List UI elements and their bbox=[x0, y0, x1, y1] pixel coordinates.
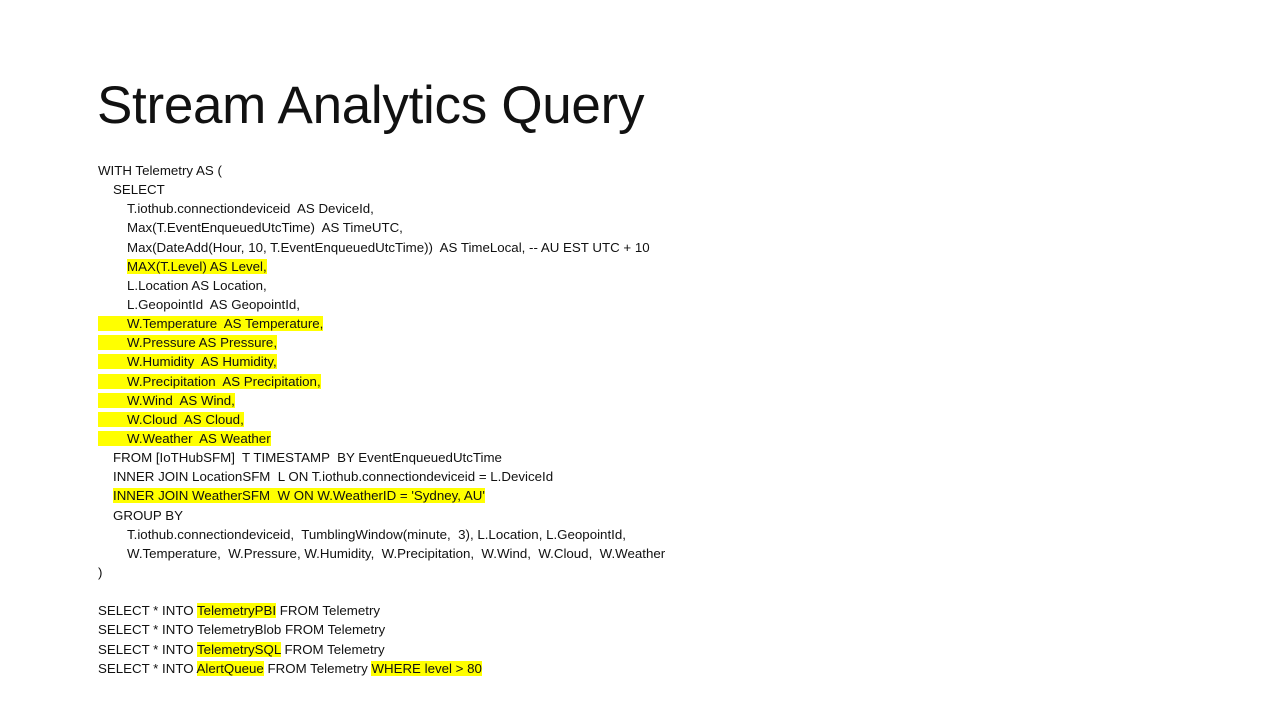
column-time-local: Max(DateAdd(Hour, 10, T.EventEnqueuedUtc… bbox=[127, 239, 650, 255]
where-clause-highlighted: WHERE level > 80 bbox=[371, 660, 482, 676]
output-prefix: SELECT * INTO bbox=[98, 660, 197, 676]
query-line: W.Temperature, W.Pressure, W.Humidity, W… bbox=[98, 544, 1198, 563]
query-line: SELECT bbox=[98, 180, 1198, 199]
query-line: T.iothub.connectiondeviceid, TumblingWin… bbox=[98, 525, 1198, 544]
join-weather-clause-highlighted: INNER JOIN WeatherSFM W ON W.WeatherID =… bbox=[113, 488, 485, 504]
query-line: Max(T.EventEnqueuedUtcTime) AS TimeUTC, bbox=[98, 218, 1198, 237]
output-suffix: FROM Telemetry bbox=[281, 622, 386, 638]
output-target: TelemetryBlob bbox=[197, 622, 282, 638]
output-prefix: SELECT * INTO bbox=[98, 603, 198, 619]
query-line: W.Precipitation AS Precipitation, bbox=[98, 372, 1198, 391]
query-line: T.iothub.connectiondeviceid AS DeviceId, bbox=[98, 199, 1198, 218]
query-line: FROM [IoTHubSFM] T TIMESTAMP BY EventEnq… bbox=[98, 448, 1198, 467]
output-target-highlighted: TelemetryPBI bbox=[197, 603, 277, 619]
query-line: W.Pressure AS Pressure, bbox=[98, 333, 1198, 352]
query-line: INNER JOIN WeatherSFM W ON W.WeatherID =… bbox=[98, 486, 1198, 505]
group-by-columns-2: W.Temperature, W.Pressure, W.Humidity, W… bbox=[127, 545, 666, 561]
column-cloud-highlighted: W.Cloud AS Cloud, bbox=[98, 411, 244, 427]
output-statement: SELECT * INTO TelemetryPBI FROM Telemetr… bbox=[98, 601, 1198, 620]
column-weather-highlighted: W.Weather AS Weather bbox=[98, 430, 271, 446]
column-precipitation-highlighted: W.Precipitation AS Precipitation, bbox=[98, 373, 321, 389]
query-line: W.Humidity AS Humidity, bbox=[98, 352, 1198, 371]
column-time-utc: Max(T.EventEnqueuedUtcTime) AS TimeUTC, bbox=[127, 220, 403, 236]
output-prefix: SELECT * INTO bbox=[98, 641, 198, 657]
output-statement: SELECT * INTO TelemetryBlob FROM Telemet… bbox=[98, 620, 1198, 639]
column-geopoint: L.GeopointId AS GeopointId, bbox=[127, 296, 300, 312]
slide: Stream Analytics Query WITH Telemetry AS… bbox=[0, 0, 1280, 720]
query-line: Max(DateAdd(Hour, 10, T.EventEnqueuedUtc… bbox=[98, 238, 1198, 257]
join-location-clause: INNER JOIN LocationSFM L ON T.iothub.con… bbox=[113, 469, 554, 485]
output-target-highlighted: AlertQueue bbox=[196, 660, 264, 676]
query-line: W.Temperature AS Temperature, bbox=[98, 314, 1198, 333]
query-line: MAX(T.Level) AS Level, bbox=[98, 257, 1198, 276]
output-statement: SELECT * INTO TelemetrySQL FROM Telemetr… bbox=[98, 640, 1198, 659]
column-humidity-highlighted: W.Humidity AS Humidity, bbox=[98, 354, 277, 370]
column-wind-highlighted: W.Wind AS Wind, bbox=[98, 392, 235, 408]
output-suffix: FROM Telemetry bbox=[263, 660, 372, 676]
output-suffix: FROM Telemetry bbox=[280, 641, 385, 657]
column-pressure-highlighted: W.Pressure AS Pressure, bbox=[98, 335, 278, 351]
column-temperature-highlighted: W.Temperature AS Temperature, bbox=[98, 316, 324, 332]
output-suffix: FROM Telemetry bbox=[276, 603, 381, 619]
output-prefix: SELECT * INTO bbox=[98, 622, 198, 638]
with-clause: WITH Telemetry AS ( bbox=[98, 163, 222, 178]
query-line: W.Weather AS Weather bbox=[98, 429, 1198, 448]
output-statement: SELECT * INTO AlertQueue FROM Telemetry … bbox=[98, 659, 1198, 678]
from-clause: FROM [IoTHubSFM] T TIMESTAMP BY EventEnq… bbox=[113, 450, 502, 466]
query-line: W.Cloud AS Cloud, bbox=[98, 410, 1198, 429]
group-by-keyword: GROUP BY bbox=[113, 507, 183, 523]
query-line: GROUP BY bbox=[98, 506, 1198, 525]
query-line: L.Location AS Location, bbox=[98, 276, 1198, 295]
close-paren: ) bbox=[98, 564, 103, 580]
column-device-id: T.iothub.connectiondeviceid AS DeviceId, bbox=[127, 201, 374, 217]
output-target-highlighted: TelemetrySQL bbox=[197, 641, 281, 657]
query-line: INNER JOIN LocationSFM L ON T.iothub.con… bbox=[98, 467, 1198, 486]
query-line: WITH Telemetry AS ( bbox=[98, 161, 1198, 180]
group-by-columns-1: T.iothub.connectiondeviceid, TumblingWin… bbox=[127, 526, 626, 542]
query-code-block: WITH Telemetry AS ( SELECT T.iothub.conn… bbox=[98, 161, 1198, 678]
slide-title: Stream Analytics Query bbox=[97, 76, 645, 135]
query-line: L.GeopointId AS GeopointId, bbox=[98, 295, 1198, 314]
query-line: ) bbox=[98, 563, 1198, 582]
column-level-highlighted: MAX(T.Level) AS Level, bbox=[127, 258, 267, 274]
select-keyword: SELECT bbox=[113, 182, 165, 198]
query-line: W.Wind AS Wind, bbox=[98, 391, 1198, 410]
column-location: L.Location AS Location, bbox=[127, 277, 267, 293]
